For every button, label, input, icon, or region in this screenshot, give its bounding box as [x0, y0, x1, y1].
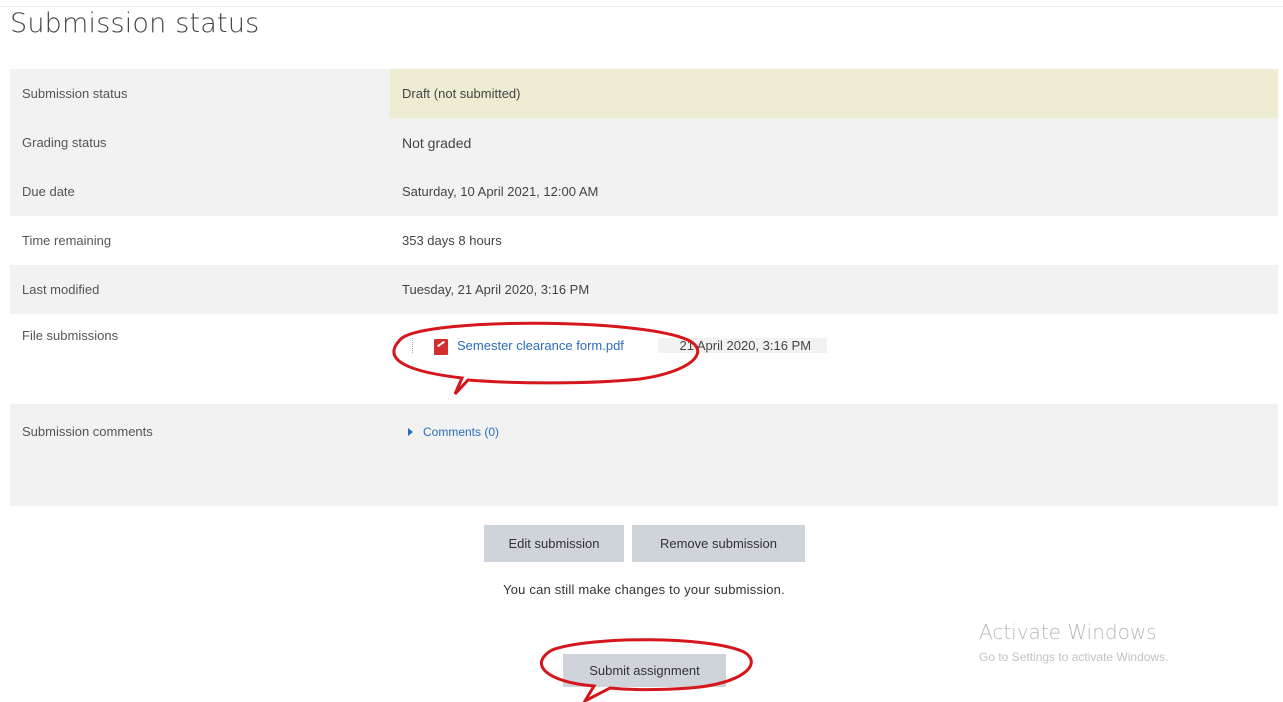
row-label-submission-comments: Submission comments: [10, 404, 390, 506]
row-label-grading-status: Grading status: [10, 118, 390, 167]
time-remaining-value: 353 days 8 hours: [390, 216, 1278, 265]
submitted-file-link[interactable]: Semester clearance form.pdf: [457, 338, 624, 353]
row-label-time-remaining: Time remaining: [10, 216, 390, 265]
caret-right-icon: [408, 428, 413, 436]
activate-windows-subtitle: Go to Settings to activate Windows.: [979, 650, 1169, 664]
row-label-file-submissions: File submissions: [10, 314, 390, 404]
pdf-file-icon: [434, 339, 448, 355]
file-submissions-cell: Semester clearance form.pdf 21 April 202…: [390, 314, 1278, 404]
file-tree-item: Semester clearance form.pdf: [412, 338, 624, 355]
table-row: Due date Saturday, 10 April 2021, 12:00 …: [10, 167, 1278, 216]
comments-link-label: Comments (0): [423, 425, 500, 439]
last-modified-value: Tuesday, 21 April 2020, 3:16 PM: [390, 265, 1278, 314]
table-row: Grading status Not graded: [10, 118, 1278, 167]
comments-toggle-link[interactable]: Comments (0): [408, 425, 499, 439]
table-row: Time remaining 353 days 8 hours: [10, 216, 1278, 265]
submission-comments-cell: Comments (0): [390, 404, 1278, 506]
due-date-value: Saturday, 10 April 2021, 12:00 AM: [390, 167, 1278, 216]
page-title: Submission status: [10, 8, 260, 39]
edit-hint-text: You can still make changes to your submi…: [503, 582, 785, 597]
table-row: File submissions Semester clearance form…: [10, 314, 1278, 404]
edit-submission-button[interactable]: Edit submission: [484, 525, 624, 562]
grading-status-value: Not graded: [390, 118, 1278, 167]
row-label-last-modified: Last modified: [10, 265, 390, 314]
row-label-due-date: Due date: [10, 167, 390, 216]
row-label-submission-status: Submission status: [10, 69, 390, 118]
submission-status-value: Draft (not submitted): [390, 69, 1278, 118]
remove-submission-button[interactable]: Remove submission: [632, 525, 805, 562]
table-row: Submission comments Comments (0): [10, 404, 1278, 506]
submit-assignment-button[interactable]: Submit assignment: [563, 654, 726, 687]
table-row: Last modified Tuesday, 21 April 2020, 3:…: [10, 265, 1278, 314]
activate-windows-title: Activate Windows: [979, 620, 1157, 644]
table-row: Submission status Draft (not submitted): [10, 69, 1278, 118]
submission-status-table: Submission status Draft (not submitted) …: [10, 69, 1278, 506]
top-divider: [0, 6, 1283, 7]
file-modified-date: 21 April 2020, 3:16 PM: [657, 338, 828, 353]
file-tree: Semester clearance form.pdf 21 April 202…: [402, 328, 1278, 355]
